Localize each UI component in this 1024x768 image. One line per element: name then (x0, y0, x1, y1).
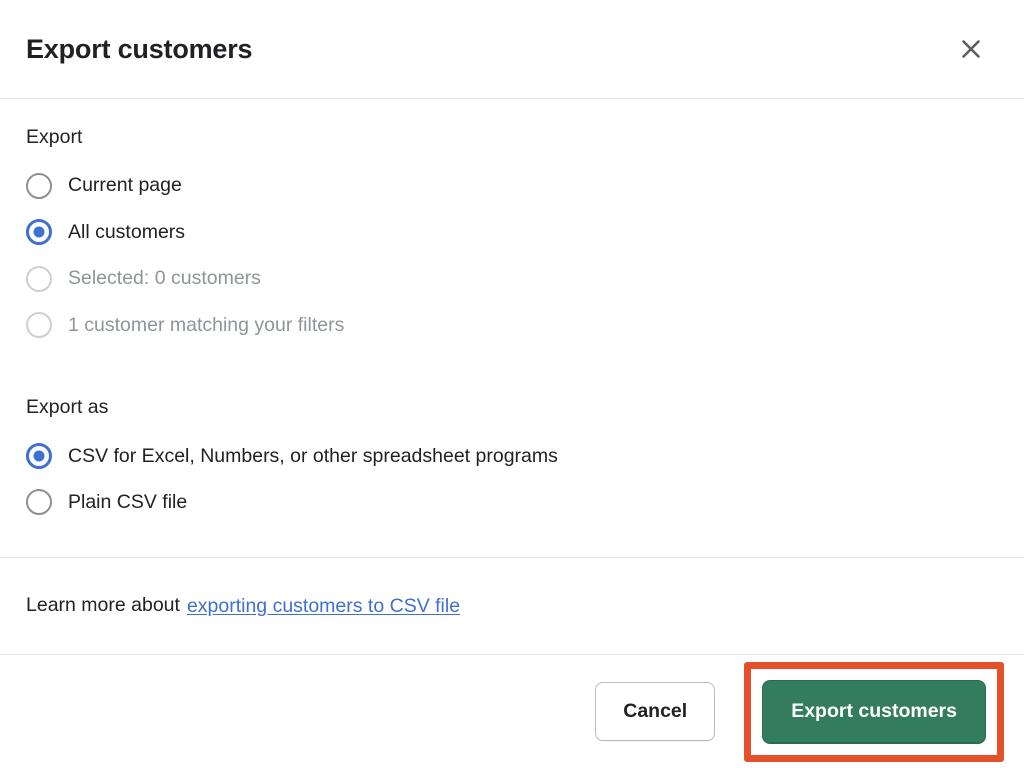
close-icon (957, 35, 985, 63)
highlight-annotation: Export customers (744, 661, 1004, 762)
close-button[interactable] (949, 27, 993, 71)
radio-indicator[interactable] (26, 219, 52, 246)
modal-header: Export customers (0, 0, 1024, 99)
radio-option-current-page[interactable]: Current page (26, 162, 998, 209)
export-as-section-label: Export as (26, 396, 109, 419)
export-section-label: Export (26, 126, 83, 148)
radio-indicator[interactable] (26, 489, 52, 516)
export-format-section: Export as CSV for Excel, Numbers, or oth… (26, 395, 998, 525)
page-title: Export customers (26, 33, 253, 64)
radio-option-selected-customers: Selected: 0 customers (26, 255, 998, 302)
radio-indicator[interactable] (26, 442, 52, 469)
export-customers-button[interactable]: Export customers (762, 679, 986, 744)
learn-more-section: Learn more about exporting customers to … (0, 558, 1024, 655)
radio-indicator[interactable] (26, 172, 52, 199)
radio-label: Selected: 0 customers (68, 267, 261, 290)
radio-label: CSV for Excel, Numbers, or other spreads… (68, 444, 558, 467)
radio-option-matching-filters: 1 customer matching your filters (26, 302, 998, 349)
cancel-button[interactable]: Cancel (595, 682, 716, 741)
radio-indicator (26, 265, 52, 292)
export-scope-section: Export Current page All customers Select… (26, 125, 998, 348)
radio-option-all-customers[interactable]: All customers (26, 209, 998, 256)
modal-footer: Cancel Export customers (0, 655, 1024, 768)
export-customers-modal: Export customers Export Current page All… (0, 0, 1024, 768)
radio-label: 1 customer matching your filters (68, 313, 345, 336)
learn-more-text: Learn more about (26, 594, 180, 617)
radio-label: Plain CSV file (68, 491, 188, 514)
radio-label: All customers (68, 220, 186, 243)
export-csv-help-link[interactable]: exporting customers to CSV file (187, 595, 460, 618)
radio-label: Current page (68, 174, 182, 197)
radio-option-csv-for-excel[interactable]: CSV for Excel, Numbers, or other spreads… (26, 433, 998, 480)
modal-body: Export Current page All customers Select… (0, 99, 1024, 558)
radio-option-plain-csv[interactable]: Plain CSV file (26, 479, 998, 526)
radio-indicator (26, 312, 52, 339)
